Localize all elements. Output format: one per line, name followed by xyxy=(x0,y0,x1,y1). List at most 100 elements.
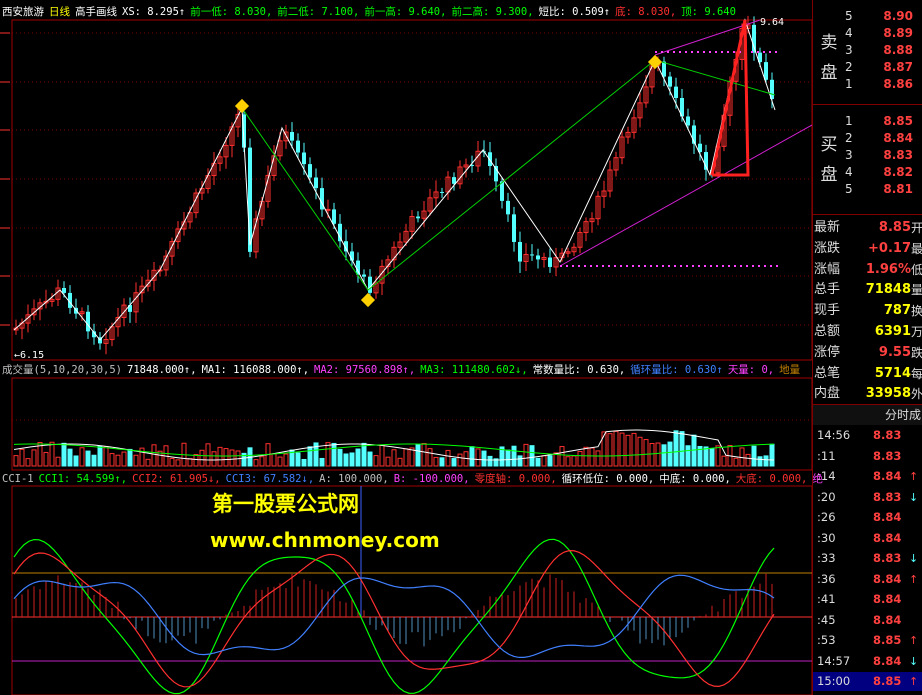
volume-bar xyxy=(487,455,493,467)
tick-row[interactable]: :36 8.84 ↑ xyxy=(813,570,922,589)
vol_header-item: 成交量(5,10,20,30,5) xyxy=(2,364,123,376)
volume-bar xyxy=(619,432,625,467)
tick-price: 8.84 xyxy=(873,592,902,606)
vol_header-item: MA1: 116088.000↑, xyxy=(201,364,310,376)
triangle-mark xyxy=(710,19,750,177)
volume-bar xyxy=(109,453,115,467)
quote-value: 71848 xyxy=(865,282,911,298)
volume-bar xyxy=(61,442,67,467)
volume-bar xyxy=(745,453,751,467)
tick-row[interactable]: 15:00 8.85 ↑ xyxy=(813,672,922,691)
cci-header: CCI-1 CCI1: 54.599↑, CCI2: 61.905↓, CCI3: 6… xyxy=(2,472,828,486)
volume-bar xyxy=(193,454,199,467)
volume-bar xyxy=(517,455,523,467)
level: 1 xyxy=(845,77,853,91)
main_header-item: 西安旅游 xyxy=(2,6,44,18)
kline-chart[interactable] xyxy=(0,0,812,695)
sell-level-row[interactable]: 2 8.87 xyxy=(843,59,922,76)
tick-price: 8.85 xyxy=(873,633,902,647)
tick-row[interactable]: :30 8.84 xyxy=(813,529,922,548)
tick-row[interactable]: :53 8.85 ↑ xyxy=(813,631,922,650)
volume-bar xyxy=(421,443,427,467)
volume-bar xyxy=(667,441,673,467)
price: 8.84 xyxy=(883,131,913,145)
tick-row[interactable]: :26 8.84 xyxy=(813,508,922,527)
volume-bar xyxy=(175,459,181,467)
tick-time: :53 xyxy=(817,633,836,647)
volume-bar xyxy=(97,445,103,467)
candle-body xyxy=(662,61,666,77)
volume-bar xyxy=(643,439,649,467)
candle-body xyxy=(308,164,312,178)
volume-bar xyxy=(127,448,133,467)
volume-bar xyxy=(535,457,541,467)
volume-bar xyxy=(211,451,217,467)
volume-bar xyxy=(133,454,139,467)
vol_header-item: 循环量比: 0.630↑ xyxy=(630,364,723,376)
tick-time: :30 xyxy=(817,530,836,545)
volume-bar xyxy=(367,451,373,467)
main_header-item: 短比: 0.509↑ xyxy=(538,6,611,18)
candle-body xyxy=(314,177,318,189)
tick-row[interactable]: :11 8.83 xyxy=(813,447,922,466)
tick-price: 8.83 xyxy=(873,428,902,442)
volume-bar xyxy=(751,445,757,467)
candle-body xyxy=(536,255,540,260)
tick-row[interactable]: :20 8.83 ↓ xyxy=(813,488,922,507)
volume-bar xyxy=(91,454,97,467)
volume-bar xyxy=(565,456,571,467)
quote-row: 涨停 9.55 跌 xyxy=(813,343,922,363)
zigzag-line xyxy=(13,18,776,341)
tick-time: :20 xyxy=(817,489,836,504)
quote-value: 33958 xyxy=(865,386,911,402)
volume-bar xyxy=(295,452,301,467)
volume-bar xyxy=(445,449,451,467)
sell-level-row[interactable]: 1 8.86 xyxy=(843,76,922,93)
tick-row[interactable]: 14:57 8.84 ↓ xyxy=(813,652,922,671)
volume-bar xyxy=(721,455,727,467)
volume-bar xyxy=(199,449,205,467)
candle-body xyxy=(488,152,492,167)
quote-value: 8.85 xyxy=(878,220,911,235)
tick-row[interactable]: :33 8.83 ↓ xyxy=(813,549,922,568)
buy-level-row[interactable]: 3 8.83 xyxy=(843,147,922,164)
chart-area[interactable]: 西安旅游 日线 高手画线 XS: 8.295↑ 前一低: 8.030, 前二低: 7.10… xyxy=(0,0,823,695)
buy-level-row[interactable]: 4 8.82 xyxy=(843,164,922,181)
sell-level-row[interactable]: 4 8.89 xyxy=(843,25,922,42)
candle-body xyxy=(764,62,768,80)
volume-bar xyxy=(607,433,613,467)
tick-row[interactable]: 14:56 8.83 xyxy=(813,426,922,445)
candle-body xyxy=(248,147,252,252)
volume-bar xyxy=(49,441,55,467)
quote-row: 总手 71848 量 xyxy=(813,280,922,300)
ticks-title[interactable]: 分时成 xyxy=(813,405,922,425)
tick-price: 8.84 xyxy=(873,469,902,483)
tick-row[interactable]: :14 8.84 ↑ xyxy=(813,467,922,486)
volume-bar xyxy=(259,456,265,467)
quote-row: 涨跌 +0.17 最 xyxy=(813,239,922,259)
sell-level-row[interactable]: 3 8.88 xyxy=(843,42,922,59)
volume-bar xyxy=(145,458,151,467)
buy-level-row[interactable]: 2 8.84 xyxy=(843,130,922,147)
watermark-title: 第一股票公式网 xyxy=(212,492,359,516)
volume-bar xyxy=(613,430,619,467)
tick-time: :11 xyxy=(817,448,836,463)
volume-bar xyxy=(415,444,421,467)
volume-bar xyxy=(361,442,367,467)
quote-value: 787 xyxy=(883,303,911,319)
tick-row[interactable]: :45 8.84 xyxy=(813,611,922,630)
quote-suffix: 开 xyxy=(910,221,922,235)
cci_header-item: B: -100.000, xyxy=(393,473,470,485)
volume-bar xyxy=(625,434,631,467)
quote-suffix: 最 xyxy=(910,241,922,256)
volume-bar xyxy=(217,446,223,467)
buy-level-row[interactable]: 1 8.85 xyxy=(843,113,922,130)
volume-bar xyxy=(409,447,415,467)
sell-level-row[interactable]: 5 8.90 xyxy=(843,8,922,25)
buy-level-row[interactable]: 5 8.81 xyxy=(843,181,922,198)
volume-bar xyxy=(103,446,109,467)
candle-body xyxy=(362,274,366,277)
candle-body xyxy=(674,86,678,99)
tick-row[interactable]: :41 8.84 xyxy=(813,590,922,609)
vol_header-item: 地量 xyxy=(779,364,801,376)
